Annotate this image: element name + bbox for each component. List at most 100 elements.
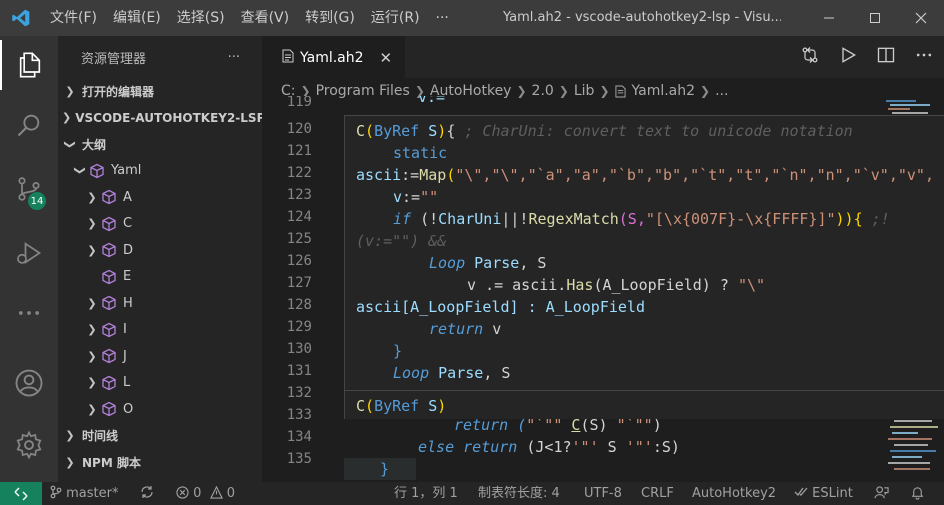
hover-line: return v bbox=[429, 320, 502, 338]
file-lines-icon bbox=[282, 49, 294, 67]
double-check-icon bbox=[794, 487, 808, 497]
menu-go[interactable]: 转到(G) bbox=[297, 0, 363, 36]
section-label: 时间线 bbox=[82, 429, 119, 444]
section-label: NPM 脚本 bbox=[82, 455, 141, 470]
account-icon bbox=[15, 369, 43, 397]
indentation[interactable]: 制表符长度: 4 bbox=[478, 482, 560, 505]
code-line-134: else return (J<1?'"' S '"':S) bbox=[418, 438, 680, 456]
problems-item[interactable]: 0 0 bbox=[176, 482, 235, 505]
outline-label: D bbox=[123, 242, 134, 258]
explorer-sidebar: 资源管理器 ··· ❯ 打开的编辑器 ❯ VSCODE-AUTOHOTKEY2-… bbox=[58, 36, 262, 482]
line-number: 122 bbox=[286, 165, 312, 181]
menu-edit[interactable]: 编辑(E) bbox=[105, 0, 169, 36]
class-icon bbox=[100, 188, 118, 206]
line-number: 135 bbox=[286, 451, 312, 467]
menu-more[interactable]: ··· bbox=[428, 0, 457, 36]
section-timeline[interactable]: ❯ 时间线 bbox=[58, 423, 262, 450]
outline-item-h[interactable]: ❯ H bbox=[58, 290, 262, 317]
outline-item-e[interactable]: E bbox=[58, 264, 262, 291]
hover-line: } bbox=[393, 342, 403, 360]
class-icon bbox=[100, 400, 118, 418]
files-icon bbox=[19, 52, 41, 78]
more-views-button[interactable] bbox=[0, 288, 58, 338]
chevron-right-icon: ❯ bbox=[65, 84, 75, 98]
class-icon bbox=[100, 215, 118, 233]
section-outline[interactable]: ❯ 大纲 bbox=[58, 131, 262, 158]
hover-divider bbox=[345, 390, 944, 391]
outline-item-c[interactable]: ❯ C bbox=[58, 211, 262, 238]
remote-icon bbox=[14, 487, 28, 500]
outline-item-i[interactable]: ❯ I bbox=[58, 317, 262, 344]
sidebar-more-button[interactable]: ··· bbox=[228, 50, 240, 65]
hover-line: ascii:=Map("\","\","`a","a","`b","b","`t… bbox=[356, 166, 934, 184]
accounts-button[interactable] bbox=[0, 358, 58, 408]
editor-more-button[interactable] bbox=[914, 45, 934, 69]
menu-view[interactable]: 查看(V) bbox=[233, 0, 298, 36]
line-number: 134 bbox=[286, 429, 312, 445]
close-window-button[interactable] bbox=[898, 0, 944, 36]
class-icon bbox=[100, 268, 118, 286]
line-number: 124 bbox=[286, 209, 312, 225]
hover-signature: C(ByRef S){ ; CharUni: convert text to u… bbox=[356, 122, 853, 140]
encoding[interactable]: UTF-8 bbox=[584, 482, 622, 505]
class-icon bbox=[100, 321, 118, 339]
hover-line: Loop Parse, S bbox=[393, 364, 511, 382]
maximize-button[interactable] bbox=[852, 0, 898, 36]
menu-file[interactable]: 文件(F) bbox=[42, 0, 105, 36]
maximize-icon bbox=[870, 13, 880, 23]
compare-changes-button[interactable] bbox=[800, 45, 820, 69]
outline-item-l[interactable]: ❯ L bbox=[58, 370, 262, 397]
editor-tabs: Yaml.ah2 ✕ bbox=[262, 36, 944, 78]
outline-item-yaml[interactable]: ❯ Yaml bbox=[58, 158, 262, 185]
hover-line: v .= ascii.Has(A_LoopField) ? "\" bbox=[467, 276, 766, 294]
tab-close-button[interactable]: ✕ bbox=[380, 49, 393, 67]
feedback-button[interactable] bbox=[874, 482, 889, 505]
chevron-right-icon: ❯ bbox=[87, 243, 97, 257]
line-number: 125 bbox=[286, 231, 312, 247]
line-number: 131 bbox=[286, 363, 312, 379]
git-branch-item[interactable]: master* bbox=[50, 482, 118, 505]
chevron-right-icon: ❯ bbox=[87, 402, 97, 416]
outline-item-j[interactable]: ❯ J bbox=[58, 343, 262, 370]
eslint-label: ESLint bbox=[812, 486, 853, 501]
explorer-button[interactable] bbox=[0, 40, 58, 90]
gear-icon bbox=[16, 430, 42, 460]
run-debug-icon bbox=[17, 242, 42, 264]
section-workspace[interactable]: ❯ VSCODE-AUTOHOTKEY2-LSP bbox=[58, 105, 262, 132]
minimize-button[interactable] bbox=[806, 0, 852, 36]
class-icon bbox=[100, 374, 118, 392]
manage-button[interactable] bbox=[0, 420, 58, 470]
outline-item-o[interactable]: ❯ O bbox=[58, 396, 262, 423]
split-editor-button[interactable] bbox=[876, 45, 896, 69]
eslint-item[interactable]: ESLint bbox=[794, 482, 853, 505]
run-button[interactable] bbox=[838, 45, 858, 69]
line-number: 123 bbox=[286, 187, 312, 203]
outline-label: H bbox=[123, 295, 133, 311]
section-open-editors[interactable]: ❯ 打开的编辑器 bbox=[58, 78, 262, 105]
class-icon bbox=[88, 162, 106, 180]
code-line-135: } bbox=[344, 458, 416, 480]
close-icon bbox=[915, 12, 927, 24]
section-npm-scripts[interactable]: ❯ NPM 脚本 bbox=[58, 449, 262, 476]
menu-selection[interactable]: 选择(S) bbox=[169, 0, 233, 36]
scm-badge: 14 bbox=[28, 192, 46, 210]
status-bar: master* 0 0 行 1，列 1 制表符长度: 4 UTF-8 CRLF … bbox=[0, 482, 944, 505]
outline-label: I bbox=[123, 322, 127, 338]
bell-icon bbox=[911, 487, 924, 500]
outline-item-a[interactable]: ❯ A bbox=[58, 184, 262, 211]
outline-item-d[interactable]: ❯ D bbox=[58, 237, 262, 264]
outline-label: Yaml bbox=[111, 163, 142, 179]
search-button[interactable] bbox=[0, 100, 58, 150]
tab-yaml-ah2[interactable]: Yaml.ah2 ✕ bbox=[262, 36, 405, 78]
language-mode[interactable]: AutoHotkey2 bbox=[692, 482, 776, 505]
remote-button[interactable] bbox=[0, 482, 42, 505]
line-ending[interactable]: CRLF bbox=[641, 482, 674, 505]
git-compare-icon bbox=[802, 47, 818, 63]
cursor-position[interactable]: 行 1，列 1 bbox=[394, 482, 458, 505]
notifications-button[interactable] bbox=[910, 482, 925, 505]
source-control-button[interactable]: 14 bbox=[0, 164, 58, 214]
section-label: VSCODE-AUTOHOTKEY2-LSP bbox=[75, 110, 262, 125]
run-debug-button[interactable] bbox=[0, 228, 58, 278]
sync-button[interactable] bbox=[140, 482, 154, 505]
menu-run[interactable]: 运行(R) bbox=[363, 0, 428, 36]
